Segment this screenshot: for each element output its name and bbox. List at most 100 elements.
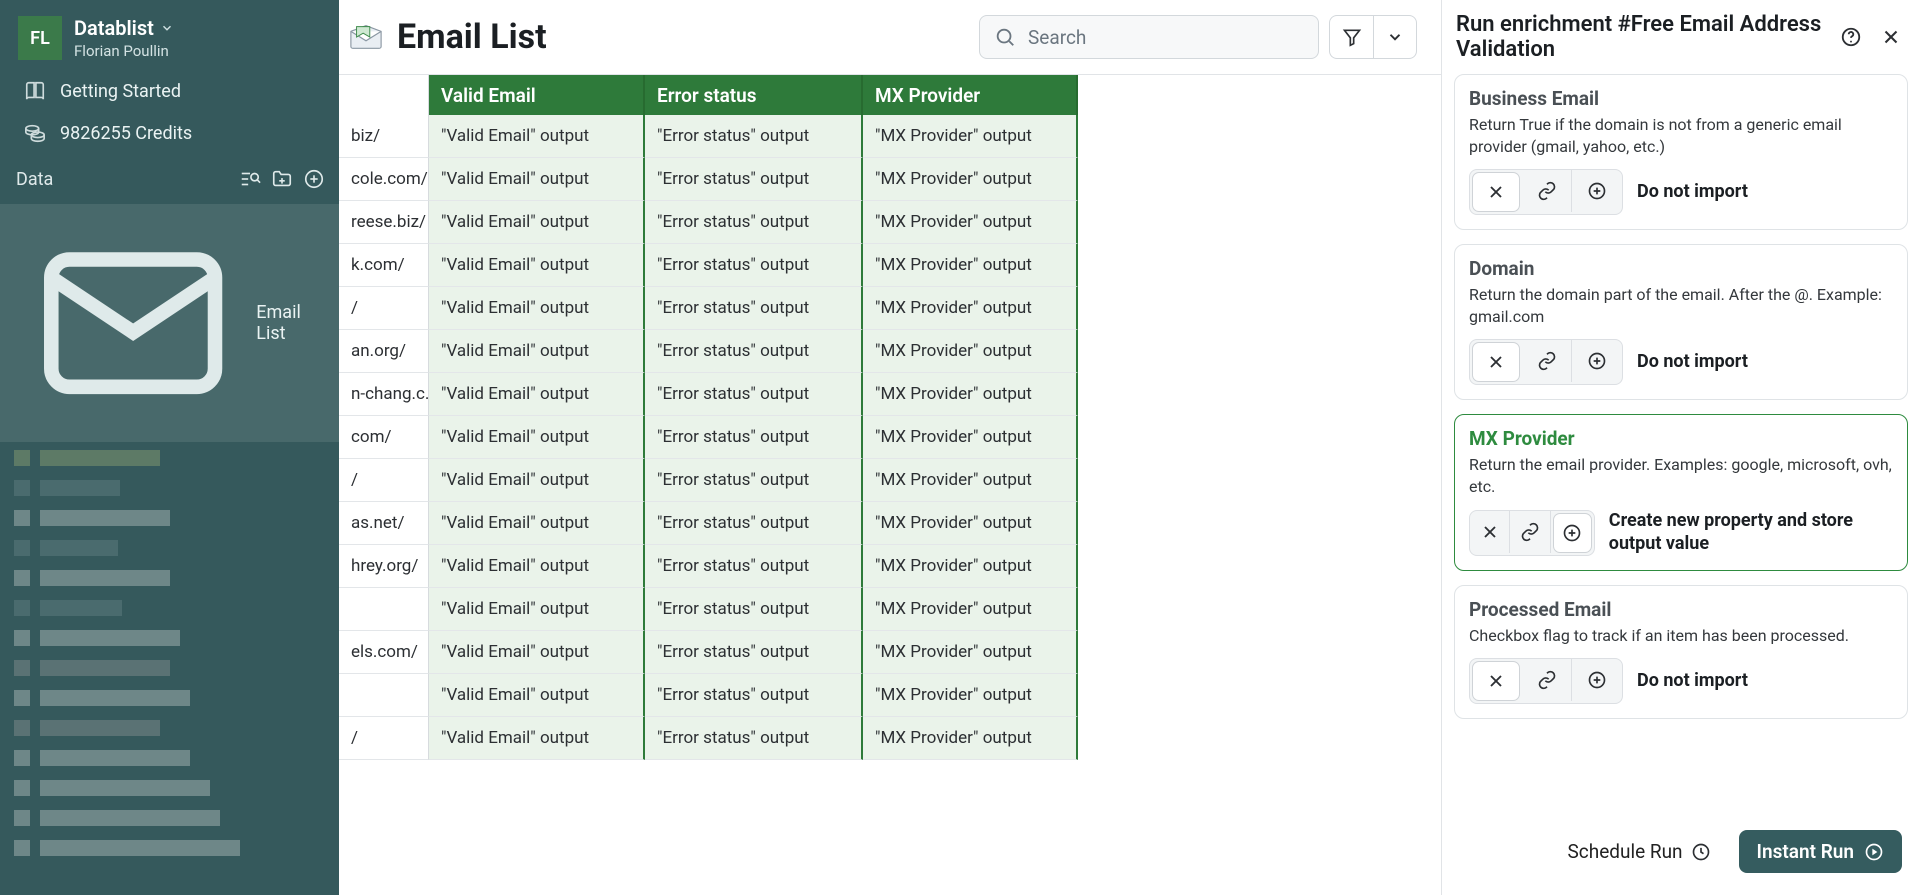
table-row[interactable]: "Valid Email" output"Error status" outpu… <box>339 674 1078 717</box>
cell-mx-provider[interactable]: "MX Provider" output <box>863 330 1078 373</box>
cell-source[interactable]: els.com/ <box>339 631 429 674</box>
cell-valid-email[interactable]: "Valid Email" output <box>429 373 645 416</box>
table-row[interactable]: n-chang.c…"Valid Email" output"Error sta… <box>339 373 1078 416</box>
cell-valid-email[interactable]: "Valid Email" output <box>429 244 645 287</box>
create-property-button[interactable] <box>1572 659 1622 701</box>
cell-error-status[interactable]: "Error status" output <box>645 158 863 201</box>
cell-source[interactable]: biz/ <box>339 115 429 158</box>
table-row[interactable]: hrey.org/"Valid Email" output"Error stat… <box>339 545 1078 588</box>
cell-valid-email[interactable]: "Valid Email" output <box>429 416 645 459</box>
link-property-button[interactable] <box>1522 340 1572 382</box>
instant-run-button[interactable]: Instant Run <box>1739 830 1902 873</box>
sidebar-placeholder[interactable] <box>14 630 323 646</box>
cell-mx-provider[interactable]: "MX Provider" output <box>863 545 1078 588</box>
sidebar-placeholder[interactable] <box>14 600 323 616</box>
create-property-button[interactable] <box>1553 513 1592 553</box>
cell-error-status[interactable]: "Error status" output <box>645 416 863 459</box>
cell-valid-email[interactable]: "Valid Email" output <box>429 201 645 244</box>
cell-mx-provider[interactable]: "MX Provider" output <box>863 502 1078 545</box>
cell-mx-provider[interactable]: "MX Provider" output <box>863 631 1078 674</box>
cell-mx-provider[interactable]: "MX Provider" output <box>863 717 1078 760</box>
search-input[interactable]: Search <box>979 15 1319 59</box>
cell-source[interactable] <box>339 674 429 717</box>
table-row[interactable]: /"Valid Email" output"Error status" outp… <box>339 287 1078 330</box>
cell-valid-email[interactable]: "Valid Email" output <box>429 459 645 502</box>
sidebar-placeholder[interactable] <box>14 540 323 556</box>
cell-error-status[interactable]: "Error status" output <box>645 330 863 373</box>
sidebar-placeholder[interactable] <box>14 840 323 856</box>
cell-source[interactable] <box>339 588 429 631</box>
help-button[interactable] <box>1836 22 1866 52</box>
create-property-button[interactable] <box>1572 340 1622 382</box>
sidebar-placeholder[interactable] <box>14 510 323 526</box>
cell-error-status[interactable]: "Error status" output <box>645 459 863 502</box>
cell-valid-email[interactable]: "Valid Email" output <box>429 717 645 760</box>
cell-error-status[interactable]: "Error status" output <box>645 588 863 631</box>
cell-error-status[interactable]: "Error status" output <box>645 287 863 330</box>
cell-error-status[interactable]: "Error status" output <box>645 545 863 588</box>
link-property-button[interactable] <box>1522 170 1572 212</box>
do-not-import-button[interactable] <box>1470 511 1510 553</box>
sidebar-credits[interactable]: 9826255 Credits <box>0 112 339 154</box>
table-row[interactable]: k.com/"Valid Email" output"Error status"… <box>339 244 1078 287</box>
cell-source[interactable]: / <box>339 717 429 760</box>
cell-valid-email[interactable]: "Valid Email" output <box>429 588 645 631</box>
table-row[interactable]: cole.com/"Valid Email" output"Error stat… <box>339 158 1078 201</box>
output-mode-segment[interactable] <box>1469 510 1595 556</box>
circle-add-icon[interactable] <box>303 168 325 190</box>
cell-mx-provider[interactable]: "MX Provider" output <box>863 588 1078 631</box>
table-row[interactable]: biz/"Valid Email" output"Error status" o… <box>339 115 1078 158</box>
cell-valid-email[interactable]: "Valid Email" output <box>429 115 645 158</box>
close-panel-button[interactable] <box>1876 22 1906 52</box>
do-not-import-button[interactable] <box>1472 661 1520 701</box>
cell-source[interactable]: / <box>339 459 429 502</box>
cell-error-status[interactable]: "Error status" output <box>645 244 863 287</box>
cell-source[interactable]: / <box>339 287 429 330</box>
cell-valid-email[interactable]: "Valid Email" output <box>429 158 645 201</box>
search-list-icon[interactable] <box>239 168 261 190</box>
sidebar-placeholder[interactable] <box>14 690 323 706</box>
table-row[interactable]: /"Valid Email" output"Error status" outp… <box>339 459 1078 502</box>
cell-source[interactable]: cole.com/ <box>339 158 429 201</box>
output-mode-segment[interactable] <box>1469 339 1623 385</box>
cell-source[interactable]: hrey.org/ <box>339 545 429 588</box>
workspace-switcher[interactable]: FL Datablist Florian Poullin <box>0 0 339 70</box>
sidebar-placeholder[interactable] <box>14 810 323 826</box>
cell-mx-provider[interactable]: "MX Provider" output <box>863 201 1078 244</box>
filter-button[interactable] <box>1329 15 1373 59</box>
cell-mx-provider[interactable]: "MX Provider" output <box>863 244 1078 287</box>
output-mode-segment[interactable] <box>1469 658 1623 704</box>
cell-valid-email[interactable]: "Valid Email" output <box>429 674 645 717</box>
sidebar-item-email-list[interactable]: Email List <box>0 204 339 442</box>
cell-mx-provider[interactable]: "MX Provider" output <box>863 674 1078 717</box>
output-mode-segment[interactable] <box>1469 169 1623 215</box>
cell-source[interactable]: as.net/ <box>339 502 429 545</box>
table-row[interactable]: els.com/"Valid Email" output"Error statu… <box>339 631 1078 674</box>
table-row[interactable]: "Valid Email" output"Error status" outpu… <box>339 588 1078 631</box>
sidebar-placeholder[interactable] <box>14 480 323 496</box>
cell-error-status[interactable]: "Error status" output <box>645 373 863 416</box>
sidebar-placeholder[interactable] <box>14 660 323 676</box>
sidebar-placeholder[interactable] <box>14 720 323 736</box>
cell-error-status[interactable]: "Error status" output <box>645 674 863 717</box>
table-row[interactable]: com/"Valid Email" output"Error status" o… <box>339 416 1078 459</box>
cell-mx-provider[interactable]: "MX Provider" output <box>863 115 1078 158</box>
cell-mx-provider[interactable]: "MX Provider" output <box>863 459 1078 502</box>
cell-mx-provider[interactable]: "MX Provider" output <box>863 373 1078 416</box>
cell-error-status[interactable]: "Error status" output <box>645 631 863 674</box>
do-not-import-button[interactable] <box>1472 342 1520 382</box>
cell-error-status[interactable]: "Error status" output <box>645 717 863 760</box>
cell-error-status[interactable]: "Error status" output <box>645 201 863 244</box>
sidebar-getting-started[interactable]: Getting Started <box>0 70 339 112</box>
cell-mx-provider[interactable]: "MX Provider" output <box>863 287 1078 330</box>
schedule-run-button[interactable]: Schedule Run <box>1568 840 1711 863</box>
cell-valid-email[interactable]: "Valid Email" output <box>429 631 645 674</box>
cell-valid-email[interactable]: "Valid Email" output <box>429 502 645 545</box>
sidebar-placeholder[interactable] <box>14 750 323 766</box>
cell-error-status[interactable]: "Error status" output <box>645 115 863 158</box>
cell-source[interactable]: n-chang.c… <box>339 373 429 416</box>
col-mx-provider[interactable]: MX Provider <box>863 75 1078 115</box>
cell-valid-email[interactable]: "Valid Email" output <box>429 545 645 588</box>
table-row[interactable]: /"Valid Email" output"Error status" outp… <box>339 717 1078 760</box>
cell-error-status[interactable]: "Error status" output <box>645 502 863 545</box>
